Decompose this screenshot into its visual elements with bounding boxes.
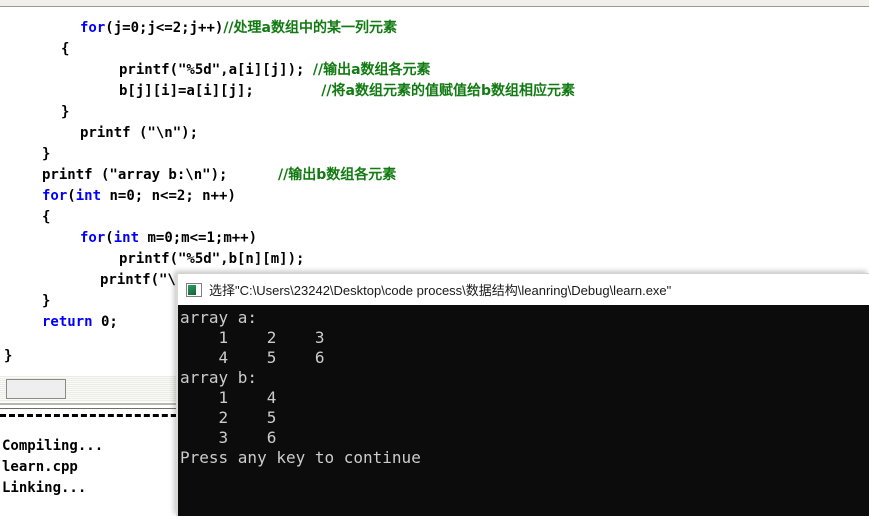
code-line: { <box>42 207 50 228</box>
code-text: printf ("\n"); <box>80 125 199 141</box>
code-keyword: for <box>42 188 68 204</box>
code-text: } <box>4 348 13 364</box>
code-comment: //将a数组元素的值赋值给b数组相应元素 <box>321 83 575 99</box>
code-text: ( <box>105 230 114 246</box>
code-line: } <box>42 144 50 165</box>
code-line: printf("%5d",b[n][m]); <box>119 249 304 270</box>
console-output-line: 4 5 6 <box>180 348 325 367</box>
code-text: n=0; n<=2; n++) <box>101 188 236 204</box>
console-window[interactable]: 选择"C:\Users\23242\Desktop\code process\数… <box>176 273 869 516</box>
code-comment: //处理a数组中的某一列元素 <box>223 20 397 36</box>
code-text: (j=0;j<=2;j++) <box>105 20 224 36</box>
code-comment: //输出a数组各元素 <box>312 62 431 78</box>
code-line: for(j=0;j<=2;j++)//处理a数组中的某一列元素 <box>80 18 397 39</box>
code-line: } <box>61 102 69 123</box>
code-comment: //输出b数组各元素 <box>278 167 397 183</box>
code-text: printf("%5d",b[n][m]); <box>119 251 305 267</box>
console-output-line: array a: <box>180 308 258 327</box>
code-line: printf("%5d",a[i][j]); //输出a数组各元素 <box>119 60 431 81</box>
code-line: return 0; <box>42 312 118 333</box>
console-titlebar[interactable]: 选择"C:\Users\23242\Desktop\code process\数… <box>178 274 869 305</box>
ide-window: for(j=0;j<=2;j++)//处理a数组中的某一列元素{printf("… <box>0 0 869 516</box>
code-text: } <box>42 293 51 309</box>
console-output-line: array b: <box>180 368 258 387</box>
editor-top-border <box>0 0 869 7</box>
build-log-line: Compiling... <box>2 438 104 454</box>
code-text: } <box>42 146 51 162</box>
code-keyword: for <box>80 230 106 246</box>
code-text: printf("%5d",a[i][j]); <box>119 62 313 78</box>
console-output-line: 1 2 3 <box>180 328 325 347</box>
code-text: { <box>42 209 51 225</box>
console-output-line: 3 6 <box>180 428 277 447</box>
console-output-line: 1 4 <box>180 388 277 407</box>
code-keyword: for <box>80 20 106 36</box>
code-text: b[j][i]=a[i][j]; <box>119 83 322 99</box>
console-output-line: Press any key to continue <box>180 448 421 467</box>
code-keyword: int <box>113 230 140 246</box>
build-tab-button[interactable] <box>6 379 66 399</box>
code-text: } <box>61 104 70 120</box>
console-title-text: 选择"C:\Users\23242\Desktop\code process\数… <box>209 283 672 298</box>
code-keyword: return <box>42 314 93 330</box>
code-line: printf ("array b:\n"); //输出b数组各元素 <box>42 165 396 186</box>
code-text: 0; <box>92 314 118 330</box>
code-line: b[j][i]=a[i][j]; //将a数组元素的值赋值给b数组相应元素 <box>119 81 575 102</box>
code-text: printf ("array b:\n"); <box>42 167 279 183</box>
code-line: } <box>42 291 50 312</box>
code-keyword: int <box>75 188 102 204</box>
code-text: ( <box>67 188 76 204</box>
console-icon <box>186 282 202 297</box>
code-line: { <box>61 39 69 60</box>
code-text: { <box>61 41 70 57</box>
code-line: for(int m=0;m<=1;m++) <box>80 228 257 249</box>
code-line: printf ("\n"); <box>80 123 198 144</box>
build-log-line: Linking... <box>2 480 87 496</box>
console-output-line: 2 5 <box>180 408 277 427</box>
code-text: m=0;m<=1;m++) <box>139 230 258 246</box>
console-output: array a: 1 2 3 4 5 6 array b: 1 4 2 5 3 6… <box>178 305 869 516</box>
code-line: } <box>4 346 12 367</box>
build-log-line: learn.cpp <box>2 459 78 475</box>
code-line: for(int n=0; n<=2; n++) <box>42 186 236 207</box>
